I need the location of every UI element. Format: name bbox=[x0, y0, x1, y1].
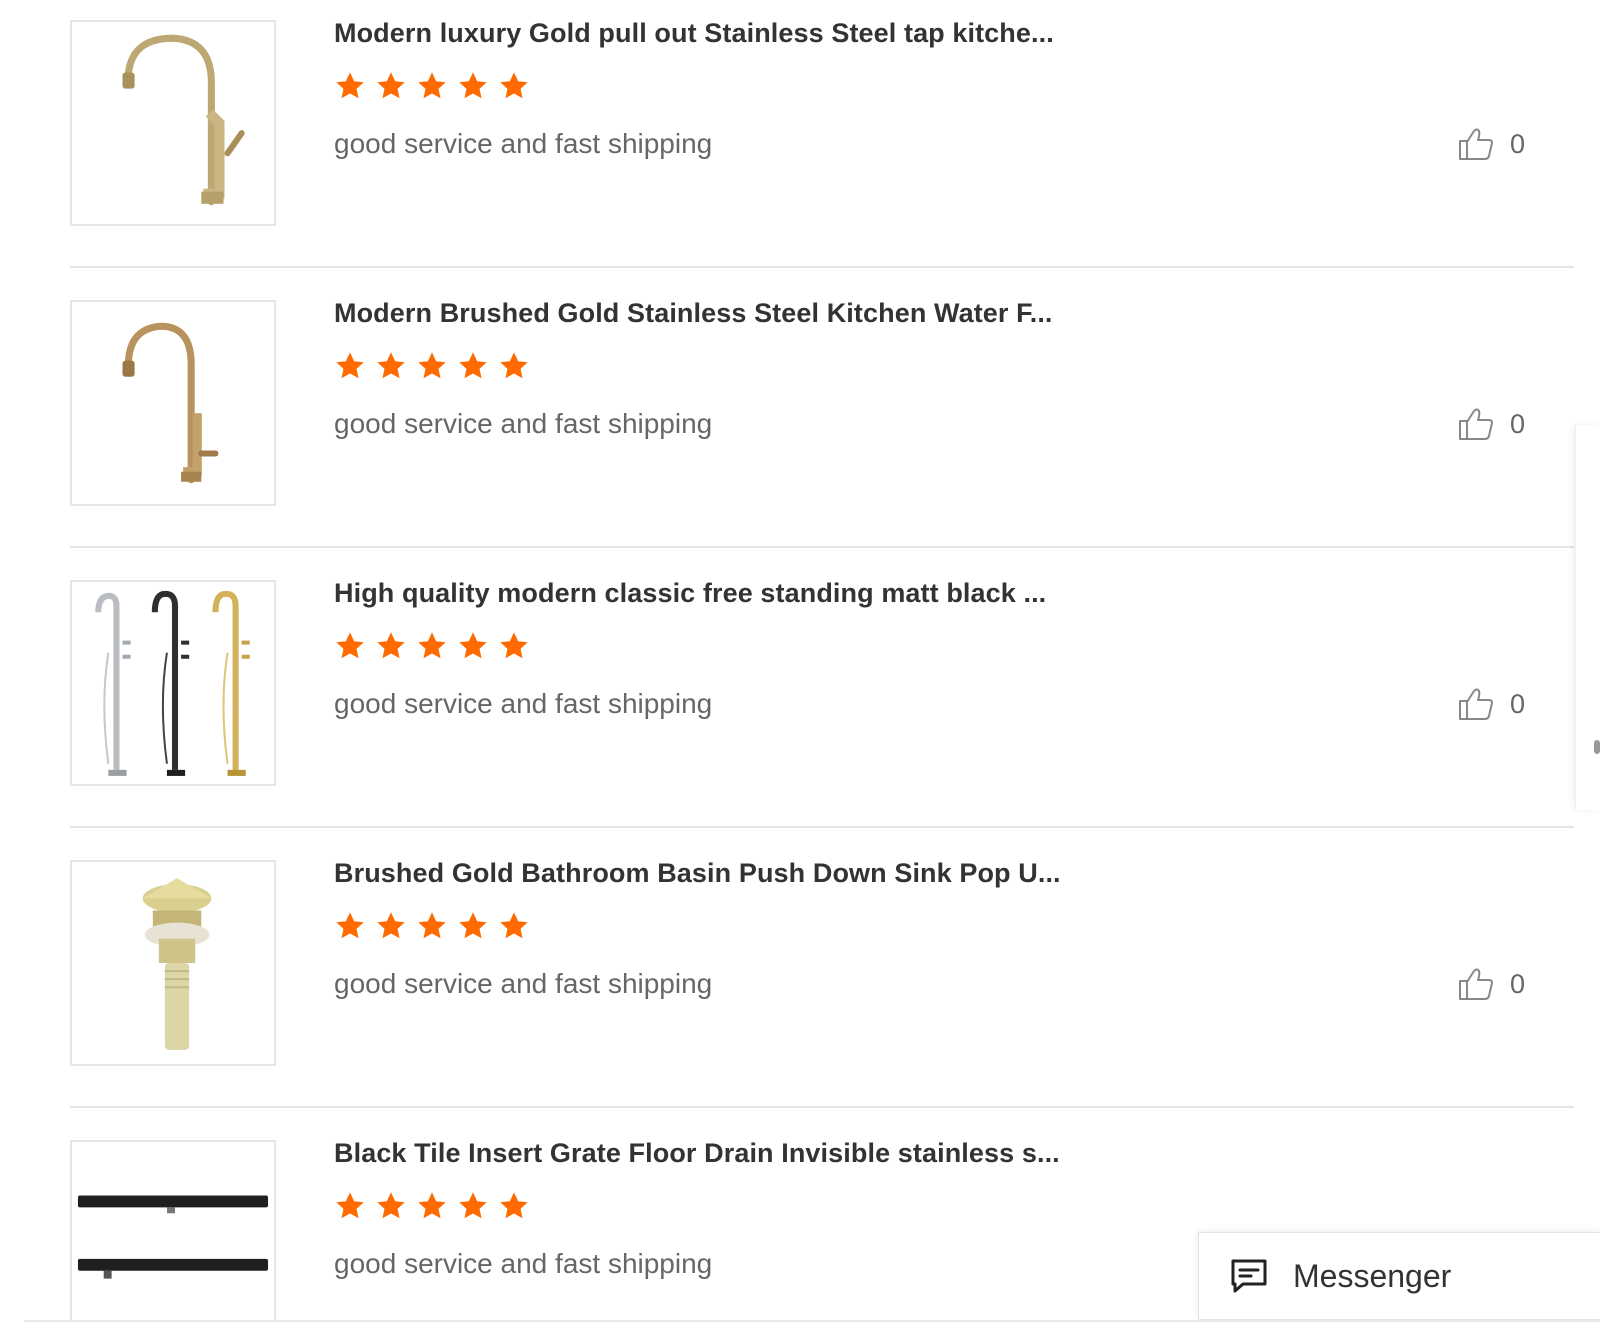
product-title[interactable]: Modern luxury Gold pull out Stainless St… bbox=[334, 18, 1054, 49]
star-icon bbox=[500, 912, 528, 939]
like-count: 0 bbox=[1510, 688, 1526, 719]
review-comment: good service and fast shipping bbox=[334, 688, 713, 719]
star-rating bbox=[334, 70, 530, 102]
star-icon bbox=[459, 912, 487, 939]
star-icon bbox=[336, 352, 364, 379]
review-item: Modern Brushed Gold Stainless Steel Kitc… bbox=[70, 280, 1574, 570]
star-icon bbox=[418, 632, 446, 659]
divider bbox=[70, 266, 1574, 268]
star-icon bbox=[377, 912, 405, 939]
star-icon bbox=[377, 632, 405, 659]
like-count: 0 bbox=[1510, 968, 1526, 999]
product-thumbnail[interactable] bbox=[70, 20, 276, 226]
star-icon bbox=[500, 352, 528, 379]
divider bbox=[70, 546, 1574, 548]
chat-bubble-icon bbox=[1231, 1259, 1267, 1293]
review-comment: good service and fast shipping bbox=[334, 968, 713, 999]
star-icon bbox=[459, 1192, 487, 1219]
star-icon bbox=[336, 72, 364, 99]
review-comment: good service and fast shipping bbox=[334, 408, 713, 439]
panel-handle-icon[interactable] bbox=[1594, 740, 1600, 754]
like-button[interactable]: 0 bbox=[1458, 126, 1525, 162]
star-rating bbox=[334, 1190, 530, 1222]
thumbs-up-icon bbox=[1459, 688, 1493, 720]
star-icon bbox=[500, 1192, 528, 1219]
side-panel[interactable] bbox=[1575, 425, 1600, 810]
messenger-button[interactable]: Messenger bbox=[1198, 1232, 1600, 1320]
like-button[interactable]: 0 bbox=[1458, 686, 1525, 722]
star-icon bbox=[377, 1192, 405, 1219]
star-rating bbox=[334, 910, 530, 942]
star-icon bbox=[336, 632, 364, 659]
star-icon bbox=[459, 72, 487, 99]
like-count: 0 bbox=[1510, 128, 1526, 159]
star-rating bbox=[334, 350, 530, 382]
star-icon bbox=[418, 1192, 446, 1219]
product-thumbnail[interactable] bbox=[70, 300, 276, 506]
product-title[interactable]: Brushed Gold Bathroom Basin Push Down Si… bbox=[334, 858, 1061, 889]
product-thumbnail[interactable] bbox=[70, 860, 276, 1066]
product-thumbnail[interactable] bbox=[70, 580, 276, 786]
thumbs-up-icon bbox=[1459, 968, 1493, 1000]
star-icon bbox=[418, 352, 446, 379]
star-icon bbox=[336, 912, 364, 939]
like-button[interactable]: 0 bbox=[1458, 966, 1525, 1002]
review-comment: good service and fast shipping bbox=[334, 128, 713, 159]
star-icon bbox=[377, 72, 405, 99]
star-icon bbox=[500, 72, 528, 99]
star-rating bbox=[334, 630, 530, 662]
tub-faucets-image bbox=[72, 582, 274, 784]
product-title[interactable]: Modern Brushed Gold Stainless Steel Kitc… bbox=[334, 298, 1053, 329]
pop-up-drain-image bbox=[72, 862, 274, 1064]
messenger-label: Messenger bbox=[1293, 1257, 1452, 1294]
review-item: Modern luxury Gold pull out Stainless St… bbox=[70, 0, 1574, 290]
divider bbox=[70, 1106, 1574, 1108]
product-thumbnail[interactable] bbox=[70, 1140, 276, 1322]
faucet-image bbox=[72, 302, 274, 504]
review-item: High quality modern classic free standin… bbox=[70, 560, 1574, 850]
floor-drain-image bbox=[74, 1142, 272, 1322]
review-comment: good service and fast shipping bbox=[334, 1248, 713, 1279]
star-icon bbox=[336, 1192, 364, 1219]
star-icon bbox=[377, 352, 405, 379]
review-item: Brushed Gold Bathroom Basin Push Down Si… bbox=[70, 840, 1574, 1130]
like-count: 0 bbox=[1510, 408, 1526, 439]
star-icon bbox=[418, 912, 446, 939]
thumbs-up-icon bbox=[1459, 408, 1493, 440]
product-title[interactable]: Black Tile Insert Grate Floor Drain Invi… bbox=[334, 1138, 1060, 1169]
divider bbox=[70, 826, 1574, 828]
thumbs-up-icon bbox=[1459, 128, 1493, 160]
like-button[interactable]: 0 bbox=[1458, 406, 1525, 442]
star-icon bbox=[418, 72, 446, 99]
faucet-image bbox=[72, 22, 274, 224]
product-title[interactable]: High quality modern classic free standin… bbox=[334, 578, 1046, 609]
star-icon bbox=[459, 632, 487, 659]
star-icon bbox=[500, 632, 528, 659]
star-icon bbox=[459, 352, 487, 379]
